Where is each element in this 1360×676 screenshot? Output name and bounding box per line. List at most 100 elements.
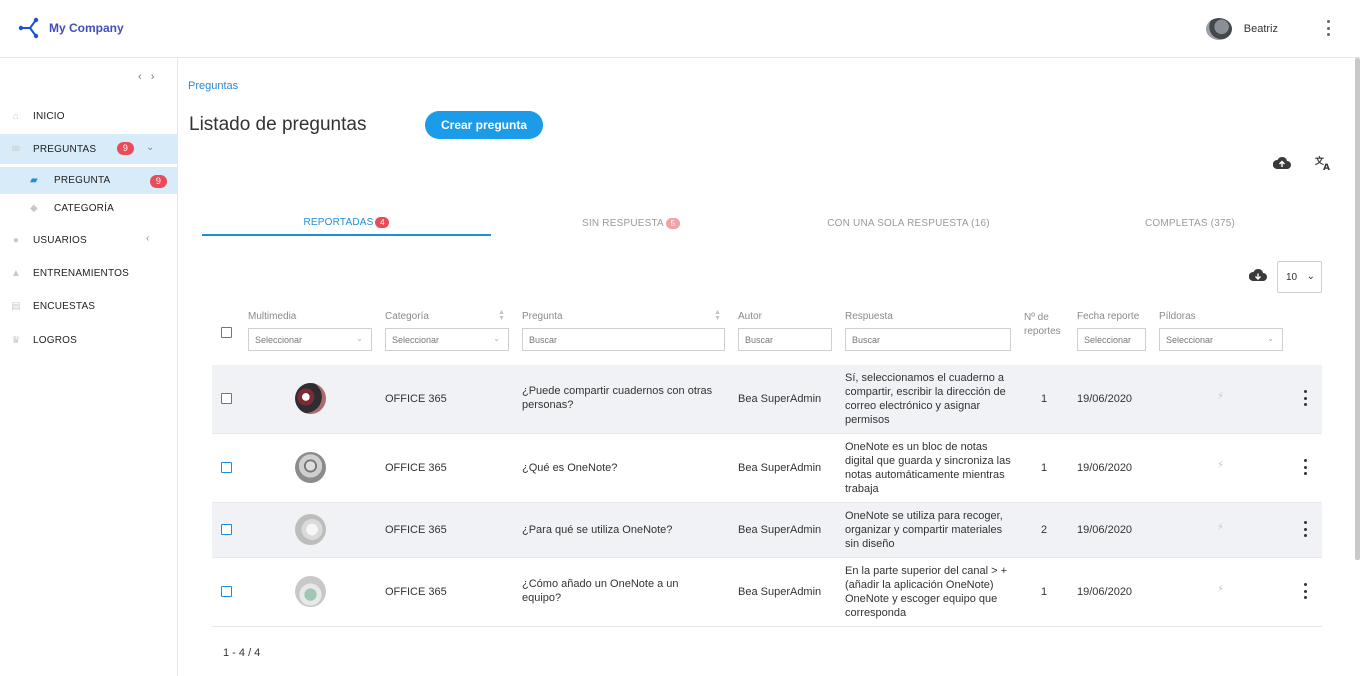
tag-icon: ◆ <box>30 203 38 214</box>
user-name: Beatriz <box>1243 23 1278 35</box>
column-header-fecha[interactable]: Fecha reporte <box>1077 311 1139 322</box>
translate-icon[interactable]: 文 A <box>1314 153 1334 173</box>
breadcrumb[interactable]: Preguntas <box>188 80 238 92</box>
pregunta-search[interactable]: Buscar <box>522 328 725 351</box>
row-menu-icon[interactable] <box>1302 521 1308 537</box>
reports-count-cell: 2 <box>1041 524 1048 536</box>
sidebar-item-pregunta[interactable]: ▰ PREGUNTA 9 <box>0 167 177 194</box>
upload-cloud-icon[interactable] <box>1272 153 1292 173</box>
autor-search[interactable]: Buscar <box>738 328 832 351</box>
sidebar-item-encuestas[interactable]: ▤ ENCUESTAS <box>0 291 177 321</box>
sidebar-item-label: INICIO <box>33 110 65 122</box>
chevron-down-icon: ⌄ <box>1306 271 1315 282</box>
report-date-cell: 19/06/2020 <box>1077 393 1133 405</box>
question-cell: ¿Puede compartir cuadernos con otras per… <box>522 385 713 411</box>
reports-count-cell: 1 <box>1041 462 1048 474</box>
row-menu-icon[interactable] <box>1302 583 1308 599</box>
sort-icon[interactable]: ▲ ▼ <box>498 309 505 322</box>
sidebar-item-entrenamientos[interactable]: ▲ ENTRENAMIENTOS <box>0 258 177 288</box>
row-checkbox[interactable] <box>221 393 232 404</box>
count-badge: 9 <box>117 142 134 155</box>
category-cell: OFFICE 365 <box>385 586 447 598</box>
sidebar-item-label: LOGROS <box>33 334 77 346</box>
tab-label: SIN RESPUESTA <box>582 217 664 229</box>
user-icon: ● <box>12 234 20 246</box>
row-checkbox[interactable] <box>221 524 232 535</box>
brand[interactable]: My Company <box>18 16 124 40</box>
scrollbar[interactable] <box>1355 58 1360 560</box>
sidebar-item-logros[interactable]: ♛ LOGROS <box>0 325 177 355</box>
fecha-filter[interactable]: Seleccionar <box>1077 328 1146 351</box>
question-thumbnail[interactable] <box>295 383 326 414</box>
download-cloud-icon[interactable] <box>1248 265 1268 285</box>
tab-label: CON UNA SOLA RESPUESTA (16) <box>827 217 990 229</box>
page-size-select[interactable]: 10 ⌄ <box>1277 261 1322 293</box>
report-date-cell: 19/06/2020 <box>1077 524 1133 536</box>
pill-icon: ⚡ <box>1217 460 1225 471</box>
table-row[interactable]: OFFICE 365 ¿Qué es OneNote? Bea SuperAdm… <box>212 434 1322 503</box>
count-badge: 5 <box>665 217 680 229</box>
sidebar-item-inicio[interactable]: ⌂ INICIO <box>0 101 177 131</box>
tab-label: COMPLETAS (375) <box>1144 217 1236 229</box>
book-icon: ▰ <box>30 175 38 186</box>
answer-cell: Sí, seleccionamos el cuaderno a comparti… <box>845 372 1006 426</box>
count-badge: 9 <box>150 175 167 188</box>
column-header-reportes: Nº de reportes <box>1024 312 1061 337</box>
sidebar-item-categoria[interactable]: ◆ CATEGORÍA <box>0 195 177 222</box>
collapse-sidebar-icon[interactable]: ‹ › <box>138 71 157 83</box>
sidebar-item-preguntas[interactable]: ✉ PREGUNTAS 9 ⌄ <box>0 134 177 164</box>
column-header-multimedia[interactable]: Multimedia <box>248 311 296 322</box>
column-header-pregunta[interactable]: Pregunta <box>522 311 563 322</box>
survey-icon: ▤ <box>11 300 21 312</box>
pildoras-filter[interactable]: Seleccionar ⌄ <box>1159 328 1283 351</box>
top-bar: My Company Beatriz <box>0 0 1360 58</box>
graduation-icon: ▲ <box>10 267 22 279</box>
brand-name: My Company <box>49 21 124 35</box>
column-header-categoria[interactable]: Categoría <box>385 311 429 322</box>
sidebar-item-label: CATEGORÍA <box>54 203 114 214</box>
sidebar-item-label: ENCUESTAS <box>33 300 96 312</box>
create-question-button[interactable]: Crear pregunta <box>425 111 543 139</box>
user-menu[interactable]: Beatriz <box>1205 18 1278 40</box>
answer-cell: En la parte superior del canal > + (añad… <box>845 565 1008 619</box>
question-cell: ¿Cómo añado un OneNote a un equipo? <box>522 578 679 604</box>
tab-una-sola-respuesta[interactable]: CON UNA SOLA RESPUESTA (16) <box>771 210 1046 236</box>
tab-reportadas[interactable]: REPORTADAS 4 <box>202 210 491 236</box>
multimedia-filter[interactable]: Seleccionar ⌄ <box>248 328 372 351</box>
table-row[interactable]: OFFICE 365 ¿Cómo añado un OneNote a un e… <box>212 558 1322 627</box>
report-date-cell: 19/06/2020 <box>1077 586 1133 598</box>
sidebar-item-usuarios[interactable]: ● USUARIOS ‹ <box>0 225 177 255</box>
table-row[interactable]: OFFICE 365 ¿Para qué se utiliza OneNote?… <box>212 503 1322 558</box>
pill-icon: ⚡ <box>1217 522 1225 533</box>
category-cell: OFFICE 365 <box>385 393 447 405</box>
select-all-checkbox[interactable] <box>221 327 232 338</box>
categoria-filter[interactable]: Seleccionar ⌄ <box>385 328 509 351</box>
tab-sin-respuesta[interactable]: SIN RESPUESTA 5 <box>491 210 771 236</box>
avatar <box>1205 18 1232 40</box>
sidebar-item-label: ENTRENAMIENTOS <box>33 267 129 279</box>
pagination-info: 1 - 4 / 4 <box>223 647 261 659</box>
tab-completas[interactable]: COMPLETAS (375) <box>1046 210 1334 236</box>
question-cell: ¿Qué es OneNote? <box>522 462 618 474</box>
row-checkbox[interactable] <box>221 462 232 473</box>
author-cell: Bea SuperAdmin <box>738 462 822 474</box>
sort-icon[interactable]: ▲ ▼ <box>714 309 721 322</box>
respuesta-search[interactable]: Buscar <box>845 328 1011 351</box>
tab-label: REPORTADAS <box>303 216 374 228</box>
trophy-icon: ♛ <box>11 334 21 346</box>
question-thumbnail[interactable] <box>295 514 326 545</box>
row-menu-icon[interactable] <box>1302 459 1308 475</box>
question-thumbnail[interactable] <box>295 576 326 607</box>
chevron-down-icon: ⌄ <box>493 334 500 343</box>
home-icon: ⌂ <box>12 110 20 122</box>
sidebar-item-label: PREGUNTA <box>54 175 111 186</box>
row-checkbox[interactable] <box>221 586 232 597</box>
author-cell: Bea SuperAdmin <box>738 393 822 405</box>
table-row[interactable]: OFFICE 365 ¿Puede compartir cuadernos co… <box>212 365 1322 434</box>
row-menu-icon[interactable] <box>1302 390 1308 406</box>
pill-icon: ⚡ <box>1217 391 1225 402</box>
sidebar-item-label: USUARIOS <box>33 234 87 246</box>
logo-icon <box>18 17 39 39</box>
question-thumbnail[interactable] <box>295 452 326 483</box>
more-options-icon[interactable] <box>1318 18 1338 38</box>
